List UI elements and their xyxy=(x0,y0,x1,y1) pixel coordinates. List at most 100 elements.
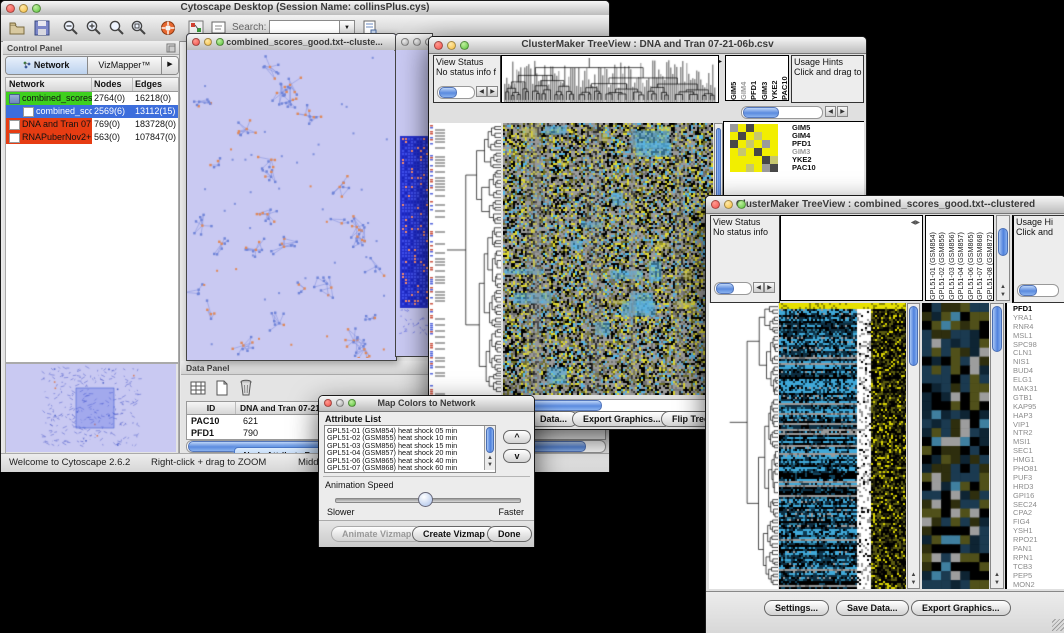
mini-heatmap-cell[interactable] xyxy=(738,124,746,132)
close-icon[interactable] xyxy=(324,399,332,407)
network-2-canvas[interactable] xyxy=(396,50,430,354)
close-icon[interactable] xyxy=(711,200,720,209)
mini-heatmap-cell[interactable] xyxy=(762,164,770,172)
open-folder-icon[interactable] xyxy=(8,19,26,37)
tv2-heatmap[interactable] xyxy=(779,303,906,589)
mini-heatmap-cell[interactable] xyxy=(762,140,770,148)
tv2-row-dendrogram[interactable] xyxy=(709,303,778,589)
mini-heatmap-cell[interactable] xyxy=(730,140,738,148)
new-attribute-icon[interactable] xyxy=(213,379,231,397)
tv2-top-vscrollbar[interactable]: ▲ ▼ xyxy=(996,215,1010,301)
tv1-column-dendrogram[interactable] xyxy=(501,55,719,103)
tv2-detail-vscroll-thumb[interactable] xyxy=(992,306,1002,352)
tv1-status-right-arrow[interactable]: ▶ xyxy=(487,86,498,97)
zoom-in-icon[interactable] xyxy=(85,19,103,37)
tv2-column-label[interactable]: GPL51-01 (GSM854) xyxy=(928,216,936,300)
tv2-main-vscrollbar[interactable]: ▲ ▼ xyxy=(907,303,920,589)
treeview1-titlebar[interactable]: ClusterMaker TreeView : DNA and Tran 07-… xyxy=(429,37,866,54)
attribute-list-scroll-thumb[interactable] xyxy=(486,427,494,453)
tv1-column-label[interactable]: YKE2 xyxy=(770,56,778,100)
network-canvas[interactable] xyxy=(187,50,394,358)
tv2-column-label[interactable]: GPL51-07 (GSM868) xyxy=(975,216,983,300)
mini-heatmap-cell[interactable] xyxy=(754,132,762,140)
attribute-list-scrollbar[interactable]: ▲ ▼ xyxy=(484,426,495,470)
tv2-detail-vscrollbar[interactable]: ▲ ▼ xyxy=(990,303,1004,589)
tv2-column-dendrogram-area[interactable]: ◀▶ xyxy=(780,215,923,301)
zoom-window-icon[interactable] xyxy=(216,38,224,46)
tv2-status-right-arrow[interactable]: ▶ xyxy=(764,282,775,293)
close-icon[interactable] xyxy=(434,41,443,50)
mini-heatmap-cell[interactable] xyxy=(746,132,754,140)
tv1-detail-scroll-thumb[interactable] xyxy=(743,107,779,118)
scroll-down-arrow[interactable]: ▼ xyxy=(485,462,495,469)
mini-heatmap-cell[interactable] xyxy=(738,132,746,140)
tv2-top-vscroll-thumb[interactable] xyxy=(998,228,1008,256)
mini-heatmap-cell[interactable] xyxy=(754,140,762,148)
scroll-up-arrow[interactable]: ▲ xyxy=(991,572,1003,579)
tv1-column-label[interactable]: GIM3 xyxy=(760,56,768,100)
minimize-icon[interactable] xyxy=(724,200,733,209)
tv1-detail-left-arrow[interactable]: ◀ xyxy=(825,106,836,117)
mini-heatmap-cell[interactable] xyxy=(770,148,778,156)
close-icon[interactable] xyxy=(192,38,200,46)
tv2-hints-scrollbar[interactable] xyxy=(1017,284,1059,297)
tv2-status-left-arrow[interactable]: ◀ xyxy=(753,282,764,293)
tv1-status-scrollbar[interactable] xyxy=(437,86,475,99)
move-up-button[interactable]: ^ xyxy=(503,430,531,444)
mini-heatmap-cell[interactable] xyxy=(754,156,762,164)
mini-heatmap-cell[interactable] xyxy=(730,148,738,156)
mini-heatmap-cell[interactable] xyxy=(746,164,754,172)
network-overview-panel[interactable] xyxy=(5,363,179,455)
tv2-column-label[interactable]: GPL51-03 (GSM856) xyxy=(947,216,955,300)
scroll-down-arrow[interactable]: ▼ xyxy=(908,580,919,587)
network-view-titlebar[interactable]: combined_scores_good.txt--cluste... xyxy=(187,34,396,51)
tv2-column-label[interactable]: GPL51-02 (GSM855) xyxy=(937,216,945,300)
zoom-fit-icon[interactable] xyxy=(108,19,126,37)
tv1-column-label[interactable]: PFD1 xyxy=(749,56,757,100)
overview-canvas[interactable] xyxy=(6,364,176,452)
attribute-item[interactable]: GPL51-07 (GSM868) heat shock 60 min xyxy=(327,464,495,471)
mini-heatmap-cell[interactable] xyxy=(746,156,754,164)
tv2-button[interactable]: Settings... xyxy=(764,600,829,616)
mini-heatmap-cell[interactable] xyxy=(762,124,770,132)
dialog-button[interactable]: Animate Vizmap xyxy=(331,526,422,542)
zoom-window-icon[interactable] xyxy=(32,4,41,13)
network-row[interactable]: RNAPuberNov2+I 563(0) 107847(0) xyxy=(6,131,178,144)
tv2-column-label[interactable]: GPL51-08 (GSM872) xyxy=(985,216,993,300)
mini-heatmap-cell[interactable] xyxy=(746,140,754,148)
minimize-icon[interactable] xyxy=(447,41,456,50)
minimize-icon[interactable] xyxy=(336,399,344,407)
delete-attribute-icon[interactable] xyxy=(237,378,255,397)
tv2-status-scrollbar[interactable] xyxy=(714,282,752,295)
scroll-up-arrow[interactable]: ▲ xyxy=(997,284,1009,291)
tv1-heatmap[interactable] xyxy=(503,123,713,395)
treeview2-titlebar[interactable]: ClusterMaker TreeView : combined_scores_… xyxy=(706,196,1064,214)
tv1-button[interactable]: Export Graphics... xyxy=(572,411,672,427)
scroll-up-arrow[interactable]: ▲ xyxy=(908,572,919,579)
mini-heatmap-cell[interactable] xyxy=(770,156,778,164)
minimize-icon[interactable] xyxy=(413,38,421,46)
tv2-detail-heatmap[interactable] xyxy=(922,303,989,589)
tv2-main-vscroll-thumb[interactable] xyxy=(909,306,918,366)
zoom-selected-icon[interactable] xyxy=(130,19,148,37)
network-row[interactable]: combined_sco 2569(6) 13112(15) xyxy=(6,105,178,118)
mini-heatmap-cell[interactable] xyxy=(762,132,770,140)
tv1-status-left-arrow[interactable]: ◀ xyxy=(476,86,487,97)
main-titlebar[interactable]: Cytoscape Desktop (Session Name: collins… xyxy=(1,1,609,16)
dialog-titlebar[interactable]: Map Colors to Network xyxy=(319,396,534,412)
mini-heatmap-cell[interactable] xyxy=(762,156,770,164)
mini-heatmap-cell[interactable] xyxy=(738,140,746,148)
mini-heatmap-cell[interactable] xyxy=(746,148,754,156)
minimize-icon[interactable] xyxy=(204,38,212,46)
float-panel-icon[interactable] xyxy=(166,43,176,53)
tv2-button[interactable]: Save Data... xyxy=(836,600,909,616)
minimize-icon[interactable] xyxy=(19,4,28,13)
tv2-hints-scroll-thumb[interactable] xyxy=(1019,285,1037,296)
tv2-column-label[interactable]: GPL51-06 (GSM865) xyxy=(966,216,974,300)
tv1-row-label[interactable]: PAC10 xyxy=(792,164,816,172)
scroll-up-arrow[interactable]: ▲ xyxy=(485,455,495,462)
gene-label[interactable]: MON2 xyxy=(1013,581,1064,589)
network-view-2-titlebar[interactable] xyxy=(396,34,432,51)
mini-heatmap-cell[interactable] xyxy=(730,124,738,132)
scroll-down-arrow[interactable]: ▼ xyxy=(997,292,1009,299)
